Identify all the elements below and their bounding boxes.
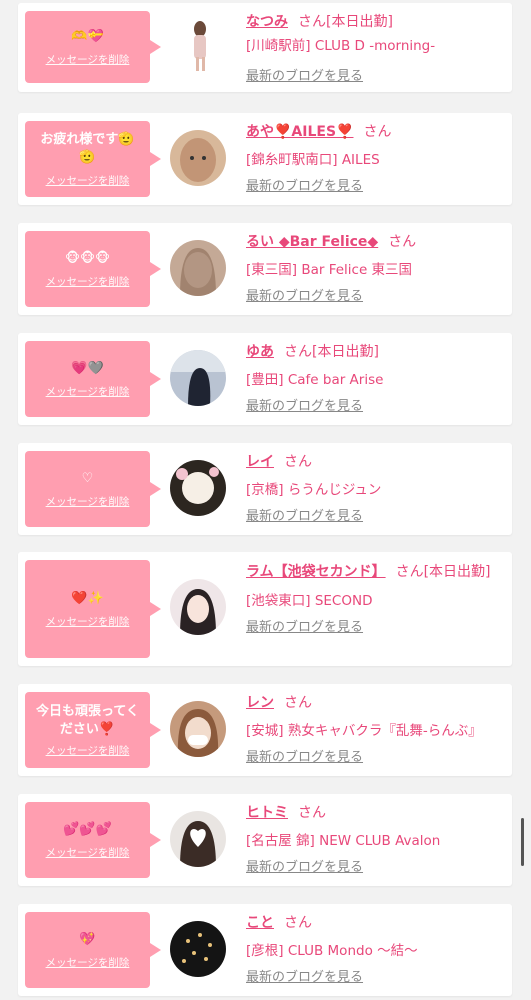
message-card: 🫶💝 メッセージを削除 なつみ さん[本日出勤] [川崎駅前] CLUB D -m…: [18, 3, 512, 92]
delete-message-link[interactable]: メッセージを削除: [46, 384, 130, 399]
delete-message-link[interactable]: メッセージを削除: [46, 494, 130, 509]
message-bubble: 💕💕💕 メッセージを削除: [25, 802, 161, 878]
message-bubble: 💗🩶 メッセージを削除: [25, 341, 161, 417]
blog-link[interactable]: 最新のブログを見る: [246, 858, 498, 878]
store-name: [川崎駅前] CLUB D -morning-: [246, 38, 436, 54]
message-card: 💕💕💕 メッセージを削除 ヒトミ さん [名古屋 錦] NEW CLUB Aval…: [18, 794, 512, 886]
blog-link[interactable]: 最新のブログを見る: [246, 618, 498, 638]
card-info: レン さん [安城] 熟女キャバクラ『乱舞-らんぶ』 最新のブログを見る: [246, 692, 498, 768]
message-bubble: 🐵🐵🐵 メッセージを削除: [25, 231, 161, 307]
message-card: 🐵🐵🐵 メッセージを削除 るい ◆Bar Felice◆ さん [東三国] Bar…: [18, 223, 512, 315]
delete-message-link[interactable]: メッセージを削除: [46, 52, 130, 67]
delete-message-link[interactable]: メッセージを削除: [46, 614, 130, 629]
message-card: ♡ メッセージを削除 レイ さん [京橋] らうんじジュン 最新のブログを見る: [18, 443, 512, 535]
card-info: レイ さん [京橋] らうんじジュン 最新のブログを見る: [246, 451, 498, 527]
blog-link[interactable]: 最新のブログを見る: [246, 67, 498, 87]
card-info: ゆあ さん[本日出勤] [豊田] Cafe bar Arise 最新のブログを見る: [246, 341, 498, 417]
cast-name-link[interactable]: こと: [246, 915, 274, 931]
honorific: さん: [395, 564, 424, 580]
avatar[interactable]: [170, 240, 226, 296]
store-name: [錦糸町駅南口] AILES: [246, 152, 380, 168]
honorific: さん: [284, 454, 312, 470]
message-text: ♡: [81, 470, 94, 486]
cast-name-link[interactable]: レイ: [246, 454, 274, 470]
avatar[interactable]: [170, 460, 226, 516]
blog-link[interactable]: 最新のブログを見る: [246, 968, 498, 988]
message-card: 今日も頑張ってください❣️ メッセージを削除 レン さん [安城] 熟女キャバクラ…: [18, 684, 512, 776]
avatar[interactable]: [170, 579, 226, 635]
status-label: [本日出勤]: [326, 14, 393, 30]
message-text: 💖: [79, 931, 96, 947]
store-name: [池袋東口] SECOND: [246, 593, 373, 609]
card-info: るい ◆Bar Felice◆ さん [東三国] Bar Felice 東三国 最…: [246, 231, 498, 307]
card-info: こと さん [彦根] CLUB Mondo 〜結〜 最新のブログを見る: [246, 912, 498, 988]
message-bubble: お疲れ様です🫡🫡 メッセージを削除: [25, 121, 161, 197]
card-info: ラム【池袋セカンド】 さん[本日出勤] [池袋東口] SECOND 最新のブログを…: [246, 560, 498, 638]
message-bubble: 🫶💝 メッセージを削除: [25, 11, 161, 83]
message-text: 💗🩶: [71, 360, 104, 376]
cast-name-link[interactable]: あや❣️AILES❣️: [246, 124, 353, 140]
avatar[interactable]: [170, 701, 226, 757]
honorific: さん: [363, 124, 392, 140]
honorific: さん: [284, 695, 312, 711]
cast-name-link[interactable]: ヒトミ: [246, 805, 288, 821]
blog-link[interactable]: 最新のブログを見る: [246, 507, 498, 527]
cast-name-link[interactable]: るい ◆Bar Felice◆: [246, 234, 378, 250]
message-text: お疲れ様です🫡🫡: [40, 131, 135, 165]
store-name: [東三国] Bar Felice 東三国: [246, 262, 413, 278]
avatar[interactable]: [170, 130, 226, 186]
message-card: お疲れ様です🫡🫡 メッセージを削除 あや❣️AILES❣️ さん [錦糸町駅南口]…: [18, 113, 512, 205]
blog-link[interactable]: 最新のブログを見る: [246, 748, 498, 768]
avatar[interactable]: [170, 811, 226, 867]
cast-name-link[interactable]: ゆあ: [246, 344, 274, 360]
delete-message-link[interactable]: メッセージを削除: [46, 955, 130, 970]
delete-message-link[interactable]: メッセージを削除: [46, 173, 130, 188]
cast-name-link[interactable]: ラム【池袋セカンド】: [246, 564, 386, 580]
card-info: あや❣️AILES❣️ さん [錦糸町駅南口] AILES 最新のブログを見る: [246, 121, 498, 197]
scrollbar[interactable]: [521, 818, 524, 866]
delete-message-link[interactable]: メッセージを削除: [46, 845, 130, 860]
message-text: 今日も頑張ってください❣️: [36, 703, 139, 737]
status-label: [本日出勤]: [312, 344, 379, 360]
card-info: なつみ さん[本日出勤] [川崎駅前] CLUB D -morning- 最新のブ…: [246, 11, 498, 87]
store-name: [彦根] CLUB Mondo 〜結〜: [246, 943, 418, 959]
store-name: [名古屋 錦] NEW CLUB Avalon: [246, 833, 441, 849]
blog-link[interactable]: 最新のブログを見る: [246, 177, 498, 197]
avatar[interactable]: [170, 17, 226, 73]
message-text: ❤️✨: [71, 590, 104, 606]
avatar[interactable]: [170, 921, 226, 977]
blog-link[interactable]: 最新のブログを見る: [246, 287, 498, 307]
message-text: 🐵🐵🐵: [64, 250, 111, 266]
store-name: [安城] 熟女キャバクラ『乱舞-らんぶ』: [246, 723, 482, 739]
message-text: 💕💕💕: [63, 821, 112, 837]
card-info: ヒトミ さん [名古屋 錦] NEW CLUB Avalon 最新のブログを見る: [246, 802, 498, 878]
message-bubble: ♡ メッセージを削除: [25, 451, 161, 527]
message-text: 🫶💝: [71, 28, 104, 44]
delete-message-link[interactable]: メッセージを削除: [46, 743, 130, 758]
cast-name-link[interactable]: レン: [246, 695, 274, 711]
message-card: ❤️✨ メッセージを削除 ラム【池袋セカンド】 さん[本日出勤] [池袋東口] S…: [18, 552, 512, 666]
honorific: さん: [284, 344, 312, 360]
delete-message-link[interactable]: メッセージを削除: [46, 274, 130, 289]
honorific: さん: [298, 805, 326, 821]
message-card: 💗🩶 メッセージを削除 ゆあ さん[本日出勤] [豊田] Cafe bar Ari…: [18, 333, 512, 425]
message-card: 💖 メッセージを削除 こと さん [彦根] CLUB Mondo 〜結〜 最新のブ…: [18, 904, 512, 996]
honorific: さん: [388, 234, 417, 250]
message-bubble: 💖 メッセージを削除: [25, 912, 161, 988]
blog-link[interactable]: 最新のブログを見る: [246, 397, 498, 417]
message-bubble: 今日も頑張ってください❣️ メッセージを削除: [25, 692, 161, 768]
store-name: [豊田] Cafe bar Arise: [246, 372, 384, 388]
honorific: さん: [284, 915, 312, 931]
avatar[interactable]: [170, 350, 226, 406]
status-label: [本日出勤]: [423, 564, 491, 580]
message-bubble: ❤️✨ メッセージを削除: [25, 560, 161, 658]
store-name: [京橋] らうんじジュン: [246, 482, 382, 498]
honorific: さん: [298, 14, 326, 30]
cast-name-link[interactable]: なつみ: [246, 14, 288, 30]
